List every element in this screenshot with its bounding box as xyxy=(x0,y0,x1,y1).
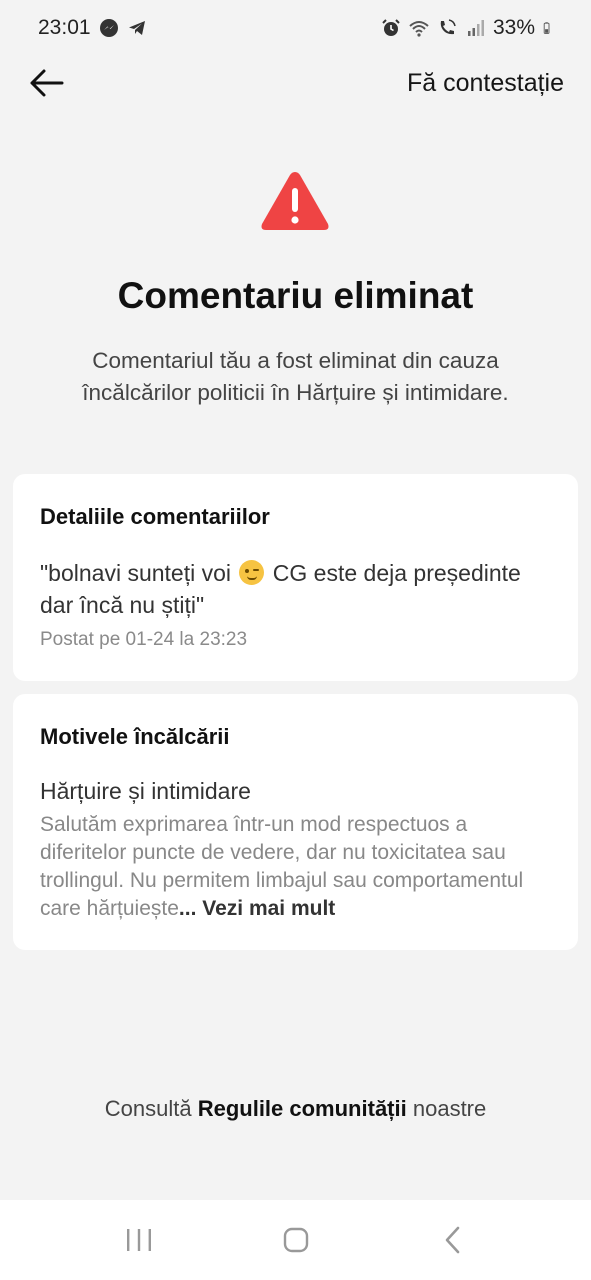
comment-text-part1: "bolnavi sunteți voi xyxy=(40,560,231,586)
back-button[interactable] xyxy=(28,65,64,101)
warning-triangle-icon xyxy=(261,172,329,230)
page-title: Comentariu eliminat xyxy=(117,275,474,316)
battery-icon xyxy=(543,22,550,34)
page-subtitle: Comentariul tău a fost eliminat din cauz… xyxy=(82,348,509,405)
status-left: 23:01 xyxy=(38,16,147,40)
system-nav-bar xyxy=(0,1200,591,1280)
reason-description: Salutăm exprimarea într-un mod respectuo… xyxy=(40,811,551,923)
posted-date: Postat pe 01-24 la 23:23 xyxy=(40,629,248,650)
community-guidelines-line: Consultă Regulile comunității noastre xyxy=(0,1096,591,1122)
violation-reasons-card: Motivele încălcării Hărțuire și intimida… xyxy=(13,694,578,950)
winking-face-icon xyxy=(239,560,265,585)
back-chevron-icon xyxy=(445,1226,459,1254)
wifi-icon xyxy=(409,21,429,37)
comment-text: "bolnavi sunteți voi CG este deja președ… xyxy=(40,557,551,621)
community-guidelines-link[interactable]: Regulile comunității xyxy=(198,1096,407,1121)
footer-suffix: noastre xyxy=(412,1096,487,1121)
battery-percent: 33% xyxy=(492,16,535,39)
reason-title: Hărțuire și intimidare xyxy=(40,778,251,804)
home-icon xyxy=(283,1227,308,1253)
arrow-left-icon xyxy=(30,69,64,97)
appeal-button[interactable]: Fă contestație xyxy=(407,69,564,98)
wifi-call-icon xyxy=(440,19,456,35)
telegram-icon xyxy=(128,21,145,35)
signal-icon xyxy=(467,20,484,36)
violation-reasons-heading: Motivele încălcării xyxy=(40,724,230,749)
status-right: 33% xyxy=(381,16,555,40)
header: Fă contestație xyxy=(0,56,591,110)
home-button[interactable] xyxy=(276,1220,316,1260)
comment-details-card: Detaliile comentariilor "bolnavi sunteți… xyxy=(13,474,578,681)
recents-icon xyxy=(126,1229,151,1251)
see-more-link[interactable]: ... Vezi mai mult xyxy=(179,897,335,920)
status-time: 23:01 xyxy=(38,16,91,39)
messenger-icon xyxy=(99,19,118,37)
alarm-icon xyxy=(382,19,400,36)
footer-prefix: Consultă xyxy=(104,1096,192,1121)
system-back-button[interactable] xyxy=(433,1220,473,1260)
comment-details-heading: Detaliile comentariilor xyxy=(40,504,270,529)
recents-button[interactable] xyxy=(119,1220,159,1260)
status-bar: 23:01 33% xyxy=(0,0,591,56)
